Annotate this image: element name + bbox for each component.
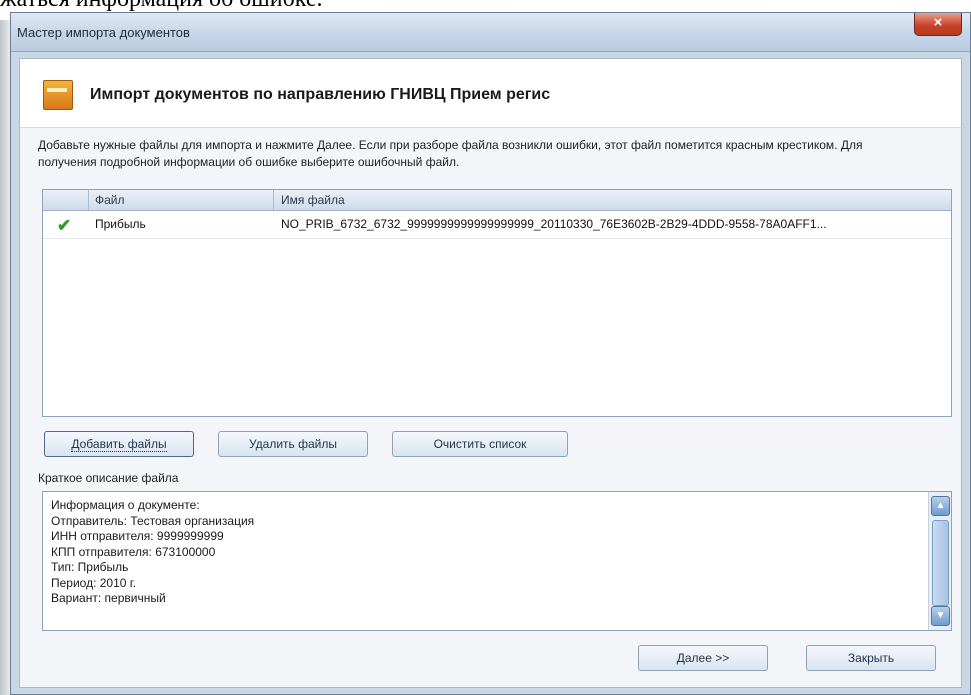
document-import-icon	[43, 80, 73, 110]
clear-list-button[interactable]: Очистить список	[392, 431, 568, 457]
close-window-button[interactable]: ×	[914, 13, 962, 36]
instructions-text: Добавьте нужные файлы для импорта и нажм…	[38, 138, 863, 169]
description-text: Информация о документе: Отправитель: Тес…	[51, 498, 921, 607]
description-line: ИНН отправителя: 9999999999	[51, 529, 224, 543]
description-line: Вариант: первичный	[51, 591, 166, 605]
description-line: Период: 2010 г.	[51, 575, 137, 590]
wizard-header: Импорт документов по направлению ГНИВЦ П…	[20, 59, 961, 128]
description-line: КПП отправителя: 673100000	[51, 544, 216, 559]
remove-files-button[interactable]: Удалить файлы	[218, 431, 368, 457]
add-files-label: Добавить файлы	[71, 437, 167, 452]
column-header-filename[interactable]: Имя файла	[281, 193, 345, 207]
table-header: Файл Имя файла	[43, 190, 951, 211]
row-file-type: Прибыль	[95, 217, 146, 231]
scroll-up-icon[interactable]: ▲	[931, 496, 950, 516]
description-line: Отправитель: Тестовая организация	[51, 513, 255, 528]
description-label: Краткое описание файла	[38, 471, 179, 485]
window-title: Мастер импорта документов	[17, 25, 190, 40]
add-files-button[interactable]: Добавить файлы	[44, 431, 194, 457]
row-file-name: NO_PRIB_6732_6732_9999999999999999999_20…	[281, 217, 827, 231]
check-icon: ✔	[57, 216, 72, 235]
column-divider	[273, 190, 274, 210]
description-line: Тип: Прибыль	[51, 560, 129, 574]
file-table[interactable]: Файл Имя файла ✔ Прибыль NO_PRIB_6732_67…	[42, 189, 952, 417]
column-divider	[88, 190, 89, 210]
wizard-client-area: Импорт документов по направлению ГНИВЦ П…	[19, 58, 962, 688]
next-button[interactable]: Далее >>	[638, 645, 768, 671]
column-header-file[interactable]: Файл	[95, 193, 125, 207]
title-bar[interactable]: Мастер импорта документов ×	[11, 13, 970, 52]
scrollbar-thumb[interactable]	[932, 520, 949, 606]
description-box[interactable]: Информация о документе: Отправитель: Тес…	[42, 491, 952, 631]
wizard-title: Импорт документов по направлению ГНИВЦ П…	[90, 86, 551, 103]
table-row[interactable]: ✔ Прибыль NO_PRIB_6732_6732_999999999999…	[43, 211, 951, 239]
import-wizard-window: Мастер импорта документов × Импорт докум…	[10, 12, 971, 695]
background-edge	[0, 20, 10, 695]
close-button[interactable]: Закрыть	[806, 645, 936, 671]
scroll-down-icon[interactable]: ▼	[931, 606, 950, 626]
description-line: Информация о документе:	[51, 498, 200, 512]
vertical-scrollbar[interactable]: ▲ ▼	[928, 492, 951, 630]
